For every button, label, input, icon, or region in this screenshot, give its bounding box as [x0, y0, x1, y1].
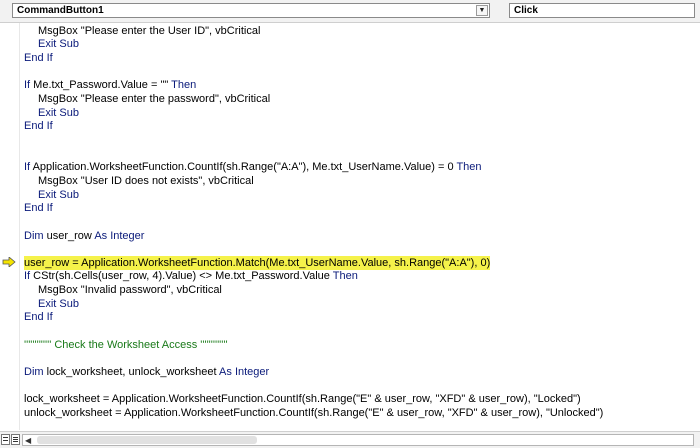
margin-indicator-bar[interactable]: [0, 23, 20, 430]
code-line[interactable]: If Me.txt_Password.Value = "" Then: [24, 78, 196, 92]
code-line[interactable]: Dim lock_worksheet, unlock_worksheet As …: [24, 365, 269, 379]
object-dropdown-value: CommandButton1: [17, 5, 104, 16]
execution-arrow-icon: [2, 257, 16, 267]
procedure-view-icon[interactable]: [1, 434, 10, 445]
keyword: Then: [332, 270, 358, 282]
full-module-view-icon[interactable]: [11, 434, 20, 445]
procedure-dropdown[interactable]: Click: [509, 3, 695, 18]
current-execution-line[interactable]: user_row = Application.WorksheetFunction…: [24, 256, 491, 270]
keyword: Then: [171, 79, 197, 91]
code-text: Application.WorksheetFunction.CountIf(sh…: [30, 161, 457, 173]
vba-code-window: CommandButton1 ▼ Click MsgBox "Please en…: [0, 0, 700, 448]
code-text: user_row: [43, 230, 95, 242]
code-line[interactable]: Exit Sub: [38, 37, 79, 51]
chevron-down-icon[interactable]: ▼: [476, 5, 488, 16]
code-line[interactable]: unlock_worksheet = Application.Worksheet…: [24, 406, 603, 420]
scroll-left-icon[interactable]: ◀: [25, 436, 31, 445]
code-text: Me.txt_Password.Value = "": [30, 79, 172, 91]
code-line[interactable]: Exit Sub: [38, 106, 79, 120]
scrollbar-thumb[interactable]: [37, 436, 257, 444]
code-line[interactable]: MsgBox "Please enter the User ID", vbCri…: [38, 24, 260, 38]
code-line[interactable]: MsgBox "Please enter the password", vbCr…: [38, 92, 270, 106]
keyword: As Integer: [94, 230, 145, 242]
code-line[interactable]: End If: [24, 119, 53, 133]
keyword: Dim: [24, 366, 44, 378]
horizontal-scrollbar[interactable]: ◀: [22, 434, 694, 446]
code-line[interactable]: MsgBox "User ID does not exists", vbCrit…: [38, 174, 254, 188]
object-dropdown[interactable]: CommandButton1 ▼: [12, 3, 490, 18]
keyword: Dim: [24, 230, 44, 242]
code-line[interactable]: MsgBox "Invalid password", vbCritical: [38, 283, 222, 297]
code-text: lock_worksheet, unlock_worksheet: [43, 366, 220, 378]
code-line[interactable]: If CStr(sh.Cells(user_row, 4).Value) <> …: [24, 269, 358, 283]
code-line[interactable]: Exit Sub: [38, 188, 79, 202]
code-line[interactable]: End If: [24, 51, 53, 65]
code-line[interactable]: End If: [24, 201, 53, 215]
procedure-dropdown-value: Click: [514, 5, 538, 16]
comment-line[interactable]: ''''''''''''' Check the Worksheet Access…: [24, 338, 228, 352]
code-line[interactable]: Exit Sub: [38, 297, 79, 311]
code-window-toolbar: CommandButton1 ▼ Click: [0, 0, 700, 23]
status-scroll-bar: ◀: [0, 431, 700, 448]
code-text: CStr(sh.Cells(user_row, 4).Value) <> Me.…: [30, 270, 333, 282]
code-line[interactable]: lock_worksheet = Application.WorksheetFu…: [24, 392, 581, 406]
code-line[interactable]: End If: [24, 310, 53, 324]
code-line[interactable]: Dim user_row As Integer: [24, 229, 144, 243]
keyword: Then: [456, 161, 482, 173]
code-line[interactable]: If Application.WorksheetFunction.CountIf…: [24, 160, 482, 174]
keyword: As Integer: [219, 366, 270, 378]
code-editor[interactable]: MsgBox "Please enter the User ID", vbCri…: [24, 23, 694, 428]
